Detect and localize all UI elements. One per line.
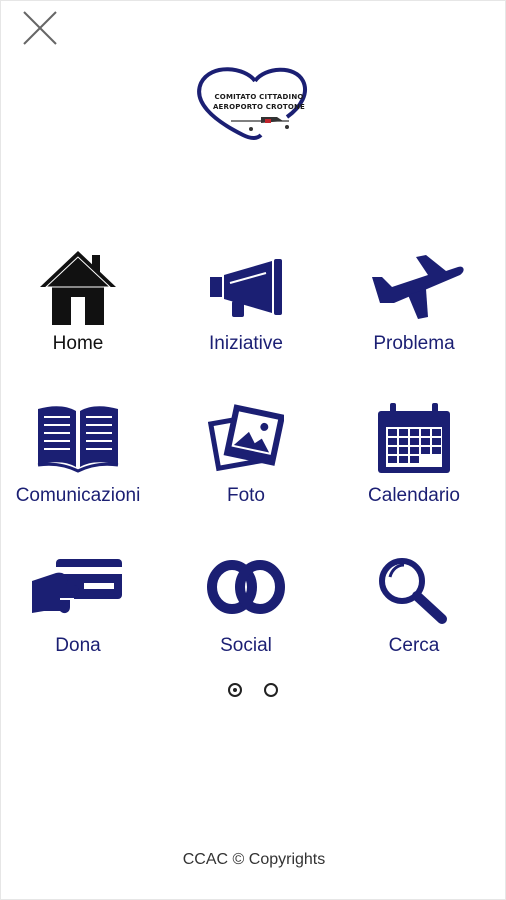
photos-icon: [208, 404, 284, 472]
menu-item-problema[interactable]: Problema: [330, 247, 498, 367]
menu-label-home: Home: [52, 333, 104, 354]
page-dot-1[interactable]: [228, 683, 242, 697]
logo-title-line2: AEROPORTO CROTONE: [212, 103, 306, 111]
book-icon: [37, 406, 119, 473]
megaphone-icon: [210, 259, 282, 317]
menu-item-foto[interactable]: Foto: [162, 403, 330, 523]
page-indicator: [228, 683, 288, 703]
airplane-icon: [372, 255, 464, 319]
home-icon: [40, 251, 116, 325]
menu-item-dona[interactable]: Dona: [0, 555, 162, 675]
close-icon[interactable]: [21, 9, 59, 47]
menu-label-dona: Dona: [55, 635, 101, 656]
menu-item-cerca[interactable]: Cerca: [330, 555, 498, 675]
menu-label-problema: Problema: [373, 333, 455, 354]
menu-item-calendario[interactable]: Calendario: [330, 403, 498, 523]
app-screen: COMITATO CITTADINO AEROPORTO CROTONE Hom…: [0, 0, 506, 900]
menu-item-iniziative[interactable]: Iniziative: [162, 247, 330, 367]
credit-card-icon: [32, 559, 122, 614]
menu-item-comunicazioni[interactable]: Comunicazioni: [0, 403, 162, 523]
magnifier-icon: [379, 558, 447, 624]
menu-label-calendario: Calendario: [368, 485, 460, 506]
menu-label-foto: Foto: [226, 485, 266, 506]
app-logo: COMITATO CITTADINO AEROPORTO CROTONE: [191, 63, 319, 143]
menu-label-iniziative: Iniziative: [209, 333, 283, 354]
menu-item-social[interactable]: Social: [162, 555, 330, 675]
footer-copyright: CCAC © Copyrights: [182, 851, 326, 868]
menu-item-home[interactable]: Home: [0, 247, 162, 367]
menu-label-comunicazioni: Comunicazioni: [15, 485, 141, 506]
logo-title-line1: COMITATO CITTADINO: [214, 93, 304, 101]
calendar-icon: [378, 403, 450, 473]
menu-label-cerca: Cerca: [388, 635, 440, 656]
linked-rings-icon: [207, 560, 285, 614]
menu-label-social: Social: [220, 635, 272, 656]
page-dot-2[interactable]: [264, 683, 278, 697]
